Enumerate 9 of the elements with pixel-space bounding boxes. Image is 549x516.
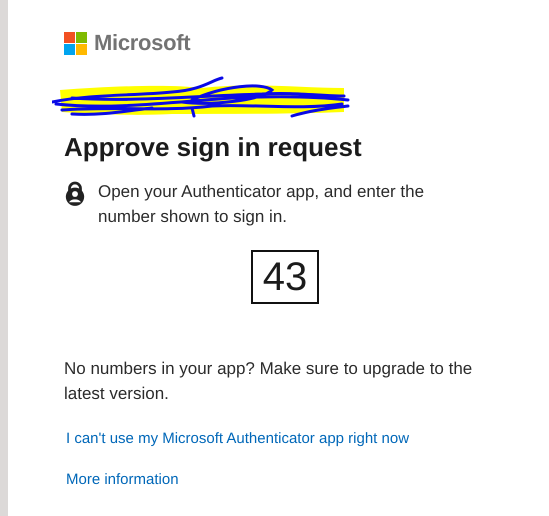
- sign-in-number: 43: [250, 250, 320, 304]
- help-link[interactable]: I can't use my Microsoft Authenticator app right now: [66, 430, 410, 447]
- upgrade-note: No numbers in your app? Make sure to upgrade to the latest version.: [64, 358, 474, 405]
- lock-person-icon: [64, 181, 86, 207]
- help-link[interactable]: More information: [66, 471, 179, 488]
- page-title: Approve sign in request: [64, 132, 362, 163]
- brand-name: Microsoft: [94, 30, 190, 56]
- instruction-text: Open your Authenticator app, and enter the number shown to sign in.: [98, 181, 426, 228]
- logo-icon: [64, 32, 87, 54]
